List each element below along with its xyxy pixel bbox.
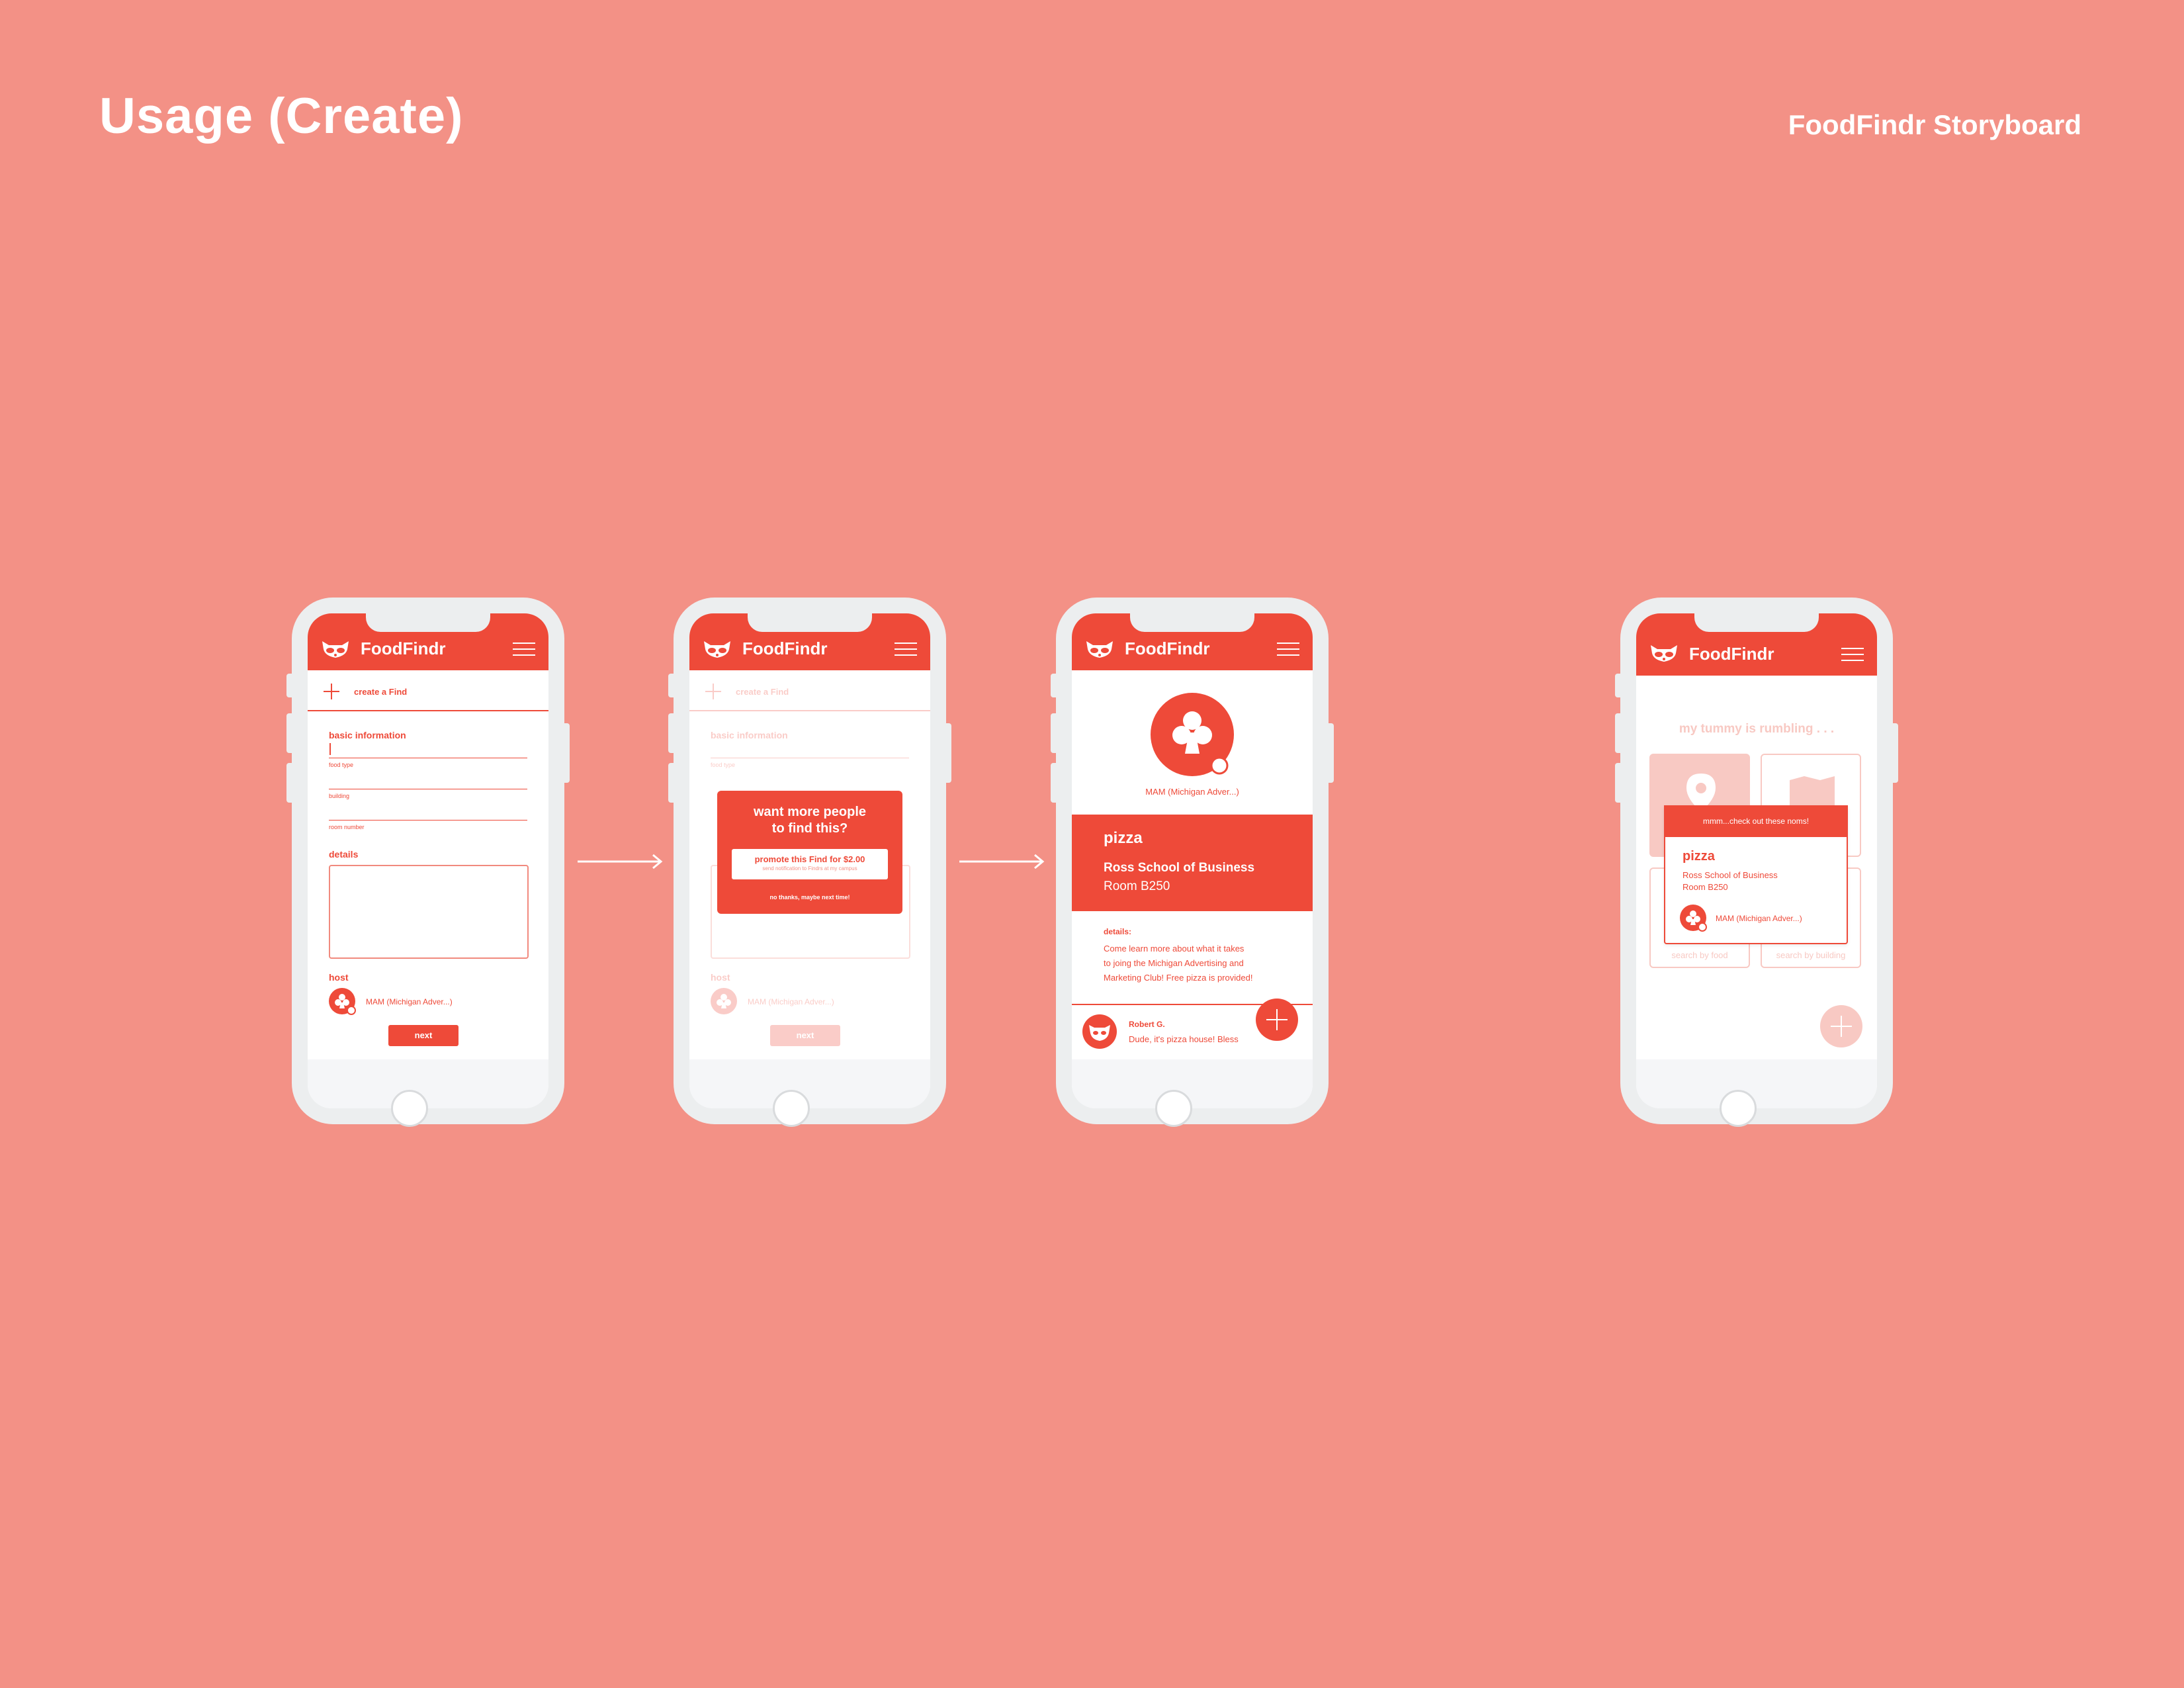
next-button: next	[770, 1025, 840, 1046]
notification-title: mmm...check out these noms!	[1664, 805, 1848, 837]
notif-food: pizza	[1682, 849, 1715, 864]
host-avatar-club-icon	[1680, 905, 1707, 932]
bottom-bar	[1072, 1059, 1313, 1108]
arrow-right-icon	[959, 854, 1045, 869]
hamburger-menu-icon[interactable]	[1277, 643, 1299, 656]
promote-sublabel: send notification to Findrs at my campus	[762, 866, 857, 871]
create-find-label: create a Find	[354, 687, 408, 697]
notification-card[interactable]: mmm...check out these noms! pizza Ross S…	[1664, 805, 1848, 944]
home-button[interactable]	[1155, 1090, 1192, 1127]
divider	[689, 710, 930, 711]
phone-notch	[1694, 613, 1819, 632]
phone-notch	[366, 613, 490, 632]
phone-create-form: FoodFindr create a Find basic informatio…	[286, 598, 570, 1127]
hamburger-menu-icon[interactable]	[513, 643, 535, 656]
bottom-bar	[1636, 1059, 1877, 1108]
phone-notch	[748, 613, 872, 632]
food-type-label: food type	[711, 762, 736, 768]
create-find-label: create a Find	[736, 687, 789, 697]
promote-label: promote this Find for $2.00	[754, 854, 865, 864]
page-title: Usage (Create)	[99, 88, 464, 144]
promo-popup: want more people to find this? promote th…	[717, 791, 902, 914]
popup-title: want more people to find this?	[753, 805, 867, 836]
commenter-avatar-icon[interactable]	[1082, 1014, 1117, 1049]
details-textarea[interactable]	[329, 865, 529, 959]
details-text: Come learn more about what it takes to j…	[1104, 944, 1253, 983]
search-by-building-label: search by building	[1776, 950, 1846, 960]
add-find-fab[interactable]	[1256, 999, 1298, 1041]
arrow-right-icon	[578, 854, 663, 869]
host-name: MAM (Michigan Adver...)	[1145, 787, 1239, 797]
section-host: host	[711, 972, 730, 983]
home-button[interactable]	[773, 1090, 810, 1127]
comment-author: Robert G.	[1129, 1020, 1165, 1029]
brand-title: FoodFindr Storyboard	[1788, 109, 2081, 140]
hamburger-menu-icon[interactable]	[1841, 648, 1864, 661]
building-label: building	[329, 793, 350, 799]
room-number: Room B250	[1104, 879, 1170, 893]
comment-text: Dude, it's pizza house! Bless	[1129, 1034, 1239, 1044]
screen: FoodFindr my tummy is rumbling . . . sea…	[1636, 613, 1877, 1108]
raccoon-logo-icon	[1086, 641, 1113, 658]
dismiss-link[interactable]: no thanks, maybe next time!	[717, 894, 902, 901]
host-avatar-club-icon	[711, 988, 737, 1014]
app-name: FoodFindr	[361, 639, 446, 658]
hamburger-menu-icon[interactable]	[895, 643, 917, 656]
app-name: FoodFindr	[1125, 639, 1210, 658]
phone-promo-popup: FoodFindr create a Find basic informatio…	[668, 598, 951, 1127]
next-button[interactable]: next	[388, 1025, 459, 1046]
phone-find-detail: FoodFindr MAM (Michigan Adver...) pizza …	[1051, 598, 1334, 1127]
host-avatar-club-icon[interactable]	[329, 988, 357, 1016]
phone-notch	[1130, 613, 1254, 632]
raccoon-logo-icon	[1651, 645, 1677, 662]
divider	[308, 710, 548, 711]
host-name: MAM (Michigan Adver...)	[366, 997, 453, 1006]
home-button[interactable]	[1720, 1090, 1757, 1127]
raccoon-logo-icon	[704, 641, 730, 658]
search-by-food-label: search by food	[1671, 950, 1728, 960]
raccoon-logo-icon	[322, 641, 349, 658]
room-number-label: room number	[329, 824, 365, 830]
plus-icon	[1831, 1016, 1852, 1037]
building-name: Ross School of Business	[1104, 861, 1255, 875]
plus-icon	[705, 684, 721, 699]
plus-icon	[1266, 1009, 1288, 1030]
bottom-bar	[689, 1059, 930, 1108]
text-cursor	[329, 743, 331, 755]
section-host: host	[329, 972, 349, 983]
home-button[interactable]	[391, 1090, 428, 1127]
food-name: pizza	[1104, 829, 1143, 847]
food-type-label: food type	[329, 762, 354, 768]
details-label: details:	[1104, 927, 1132, 936]
screen: FoodFindr create a Find basic informatio…	[308, 613, 548, 1108]
notif-room: Room B250	[1682, 882, 1728, 892]
section-details: details	[329, 849, 359, 860]
screen: FoodFindr MAM (Michigan Adver...) pizza …	[1072, 613, 1313, 1108]
promote-button[interactable]: promote this Find for $2.00 send notific…	[732, 849, 888, 879]
notif-building: Ross School of Business	[1682, 870, 1778, 880]
phone-home-notification: FoodFindr my tummy is rumbling . . . sea…	[1615, 598, 1898, 1127]
section-basic-info: basic information	[329, 730, 406, 740]
app-name: FoodFindr	[1689, 644, 1774, 664]
tagline: my tummy is rumbling . . .	[1679, 722, 1835, 736]
notif-host: MAM (Michigan Adver...)	[1716, 914, 1802, 923]
section-basic-info: basic information	[711, 730, 788, 740]
find-summary: pizza Ross School of Business Room B250	[1072, 815, 1313, 911]
room-number-input[interactable]	[329, 820, 527, 821]
club-icon	[1172, 711, 1229, 775]
host-name: MAM (Michigan Adver...)	[748, 997, 834, 1006]
host-avatar[interactable]	[1151, 693, 1234, 776]
bottom-bar	[308, 1059, 548, 1108]
plus-icon[interactable]	[324, 684, 339, 699]
screen: FoodFindr create a Find basic informatio…	[689, 613, 930, 1108]
app-name: FoodFindr	[742, 639, 828, 658]
add-find-fab[interactable]	[1820, 1005, 1862, 1047]
